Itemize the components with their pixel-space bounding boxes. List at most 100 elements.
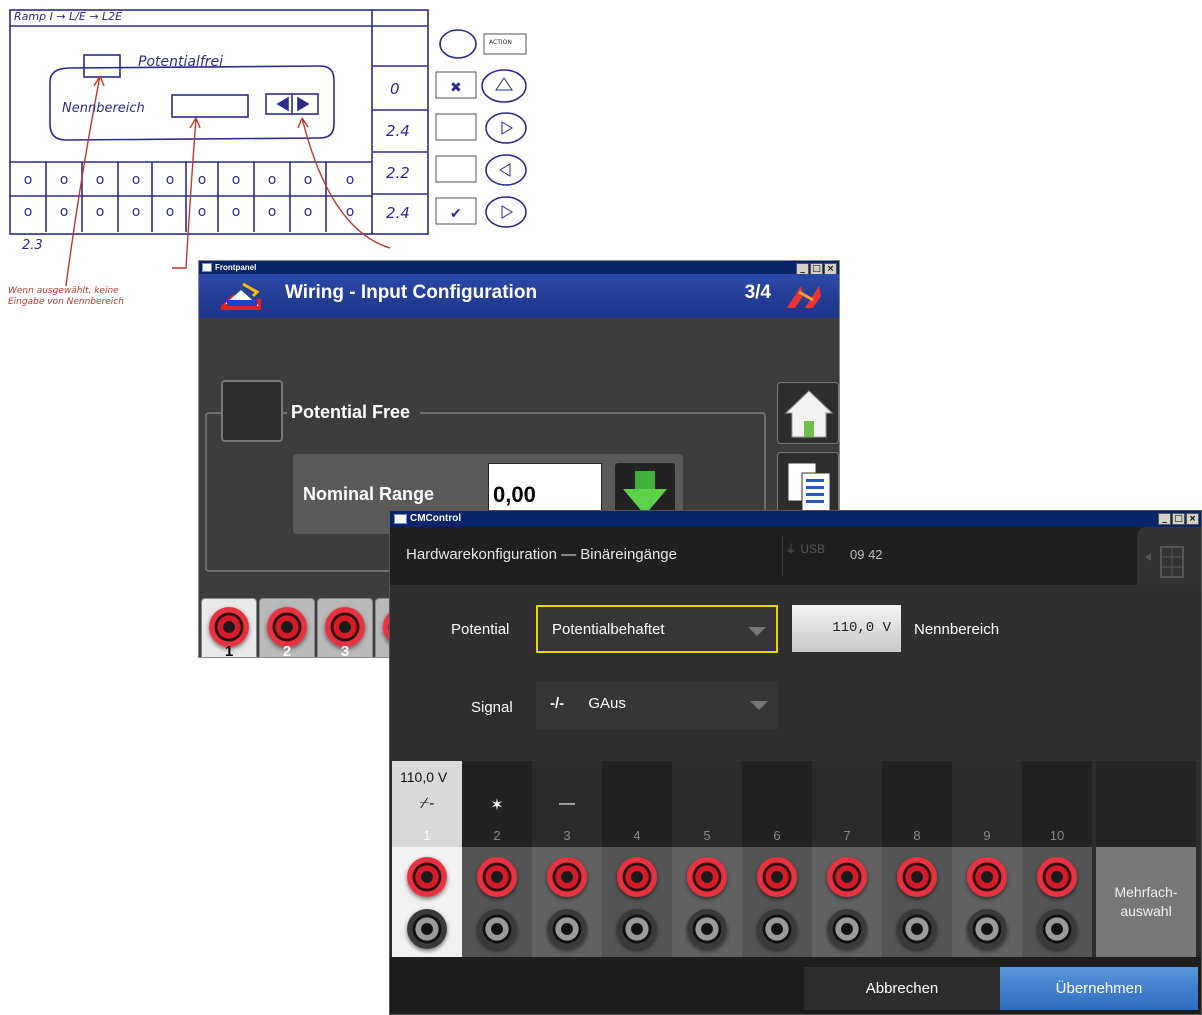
black-socket-icon xyxy=(477,909,517,949)
frontpanel-window-title: Frontpanel xyxy=(215,263,257,272)
red-socket-icon xyxy=(687,857,727,897)
nominal-range-value-box[interactable]: 110,0 V xyxy=(792,605,901,652)
sketch-cell: o xyxy=(59,172,69,188)
svg-text:✖: ✖ xyxy=(450,80,462,96)
sketch-rc-1: 2.4 xyxy=(386,122,410,140)
channel-number: 3 xyxy=(340,643,350,658)
minimize-icon[interactable]: _ xyxy=(1158,513,1171,525)
close-icon[interactable]: × xyxy=(1186,513,1199,525)
channel-4-column[interactable]: 4 xyxy=(602,761,672,959)
sketch-action-button: ACTION xyxy=(489,39,512,46)
sketch-cell: o xyxy=(345,204,355,220)
channel-number: 5 xyxy=(703,828,711,843)
home-button[interactable] xyxy=(777,382,839,444)
binary-input-channel-grid: 110,0 V ⌿- 1 ✶ 2 — 3 4 5 6 7 8 9 10 Mehr… xyxy=(392,761,1196,959)
document-button[interactable] xyxy=(777,452,839,514)
channel-9-column[interactable]: 9 xyxy=(952,761,1022,959)
channel-3-column[interactable]: — 3 xyxy=(532,761,602,959)
chevron-down-icon xyxy=(748,627,766,636)
clock: 09 42 xyxy=(850,547,883,562)
signal-label: Signal xyxy=(471,699,513,716)
channel-number: 1 xyxy=(423,828,431,843)
frontpanel-title: Wiring - Input Configuration xyxy=(285,282,538,303)
red-socket-icon xyxy=(1037,857,1077,897)
red-socket-icon xyxy=(267,607,307,647)
cmcontrol-title: Hardwarekonfiguration — Binäreingänge xyxy=(406,546,677,563)
channel-10-column[interactable]: 10 xyxy=(1022,761,1092,959)
black-socket-icon xyxy=(617,909,657,949)
channel-6-column[interactable]: 6 xyxy=(742,761,812,959)
usb-status: ⏚ USB xyxy=(785,540,825,557)
header-divider xyxy=(782,535,783,577)
channel-2-column[interactable]: ✶ 2 xyxy=(462,761,532,959)
sketch-rc-2: 2.2 xyxy=(386,164,410,182)
sketch-cell: o xyxy=(23,204,33,220)
potential-free-label: Potential Free xyxy=(287,402,421,423)
nominal-range-label: Nominal Range xyxy=(303,484,435,504)
channel-number: 2 xyxy=(493,828,501,843)
channel-number: 3 xyxy=(563,828,571,843)
frontpanel-titlebar[interactable]: Frontpanel _ □ × xyxy=(199,261,839,275)
wiring-icon xyxy=(221,282,261,310)
sketch-cell: o xyxy=(165,172,175,188)
home-icon xyxy=(784,390,834,438)
window-icon xyxy=(394,514,407,524)
black-socket-icon xyxy=(687,909,727,949)
sketch-cell: o xyxy=(131,204,141,220)
sketch-cell: o xyxy=(303,204,313,220)
svg-text:✔: ✔ xyxy=(450,206,462,222)
channel-signal-icon: ⌿- xyxy=(419,795,435,812)
red-socket-icon xyxy=(757,857,797,897)
cmcontrol-footer: Abbrechen Übernehmen xyxy=(390,957,1201,1014)
potential-dropdown[interactable]: Potentialbehaftet xyxy=(536,605,778,653)
black-socket-icon xyxy=(827,909,867,949)
document-icon xyxy=(787,462,831,512)
signal-dropdown-value: GAus xyxy=(588,695,626,712)
sketch-note: Wenn ausgewählt, keine Eingabe von Nennb… xyxy=(8,286,124,307)
sketch-cell: o xyxy=(303,172,313,188)
frontpanel-header: Wiring - Input Configuration 3/4 xyxy=(199,274,839,318)
channel-number: 4 xyxy=(633,828,641,843)
cmcontrol-settings-panel: Potential Potentialbehaftet 110,0 V Nenn… xyxy=(390,585,1201,761)
sketch-header: Ramp I → L/E → L2E xyxy=(14,10,123,23)
potential-free-checkbox[interactable] xyxy=(221,380,283,442)
sketch-cell: o xyxy=(197,172,207,188)
multi-select-button[interactable]: Mehrfach- auswahl xyxy=(1096,847,1196,959)
sketch-cell: o xyxy=(197,204,207,220)
sketch-cell: o xyxy=(231,204,241,220)
switch-open-icon: -/- xyxy=(550,695,565,712)
window-icon xyxy=(202,263,212,272)
channel-number: 6 xyxy=(773,828,781,843)
channel-2-jack[interactable]: 2 xyxy=(259,598,315,657)
sketch-cell: o xyxy=(131,172,141,188)
cancel-button[interactable]: Abbrechen xyxy=(804,967,1000,1010)
sketch-cell: o xyxy=(95,204,105,220)
black-socket-icon xyxy=(967,909,1007,949)
channel-number: 8 xyxy=(913,828,921,843)
sketch-rc-3: 2.4 xyxy=(386,204,410,222)
channel-5-column[interactable]: 5 xyxy=(672,761,742,959)
cmcontrol-titlebar[interactable]: CMControl _ □ × xyxy=(390,511,1201,527)
window-controls: _ □ × xyxy=(1158,513,1199,525)
sketch-cell: o xyxy=(267,172,277,188)
cmcontrol-header: Hardwarekonfiguration — Binäreingänge ⏚ … xyxy=(390,527,1201,599)
red-socket-icon xyxy=(967,857,1007,897)
apply-button[interactable]: Übernehmen xyxy=(1000,967,1198,1010)
channel-7-column[interactable]: 7 xyxy=(812,761,882,959)
signal-dropdown[interactable]: -/- GAus xyxy=(536,681,778,729)
channel-3-jack[interactable]: 3 xyxy=(317,598,373,658)
maximize-icon[interactable]: □ xyxy=(1172,513,1185,525)
sketch-cell: o xyxy=(165,204,175,220)
potential-dropdown-value: Potentialbehaftet xyxy=(552,621,665,638)
sketch-cell: o xyxy=(59,204,69,220)
black-socket-icon xyxy=(547,909,587,949)
channel-number: 1 xyxy=(224,643,234,658)
channel-8-column[interactable]: 8 xyxy=(882,761,952,959)
channel-1-column[interactable]: 110,0 V ⌿- 1 xyxy=(392,761,462,959)
sketch-rc-0: 0 xyxy=(390,80,400,98)
sketch-cell: o xyxy=(23,172,33,188)
channel-signal-icon: ✶ xyxy=(490,797,504,814)
black-socket-icon xyxy=(897,909,937,949)
channel-1-jack[interactable]: 1 xyxy=(201,598,257,658)
sketch-cell: o xyxy=(345,172,355,188)
